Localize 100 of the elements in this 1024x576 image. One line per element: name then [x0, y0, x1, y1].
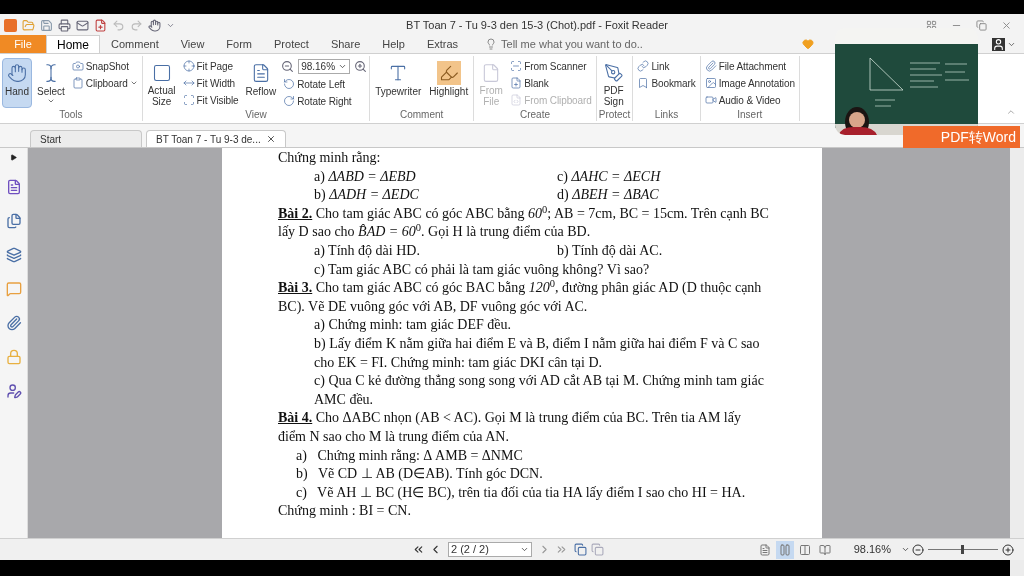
page-layout-icon [778, 543, 791, 556]
print-icon[interactable] [58, 18, 71, 32]
link-icon [637, 60, 650, 72]
hand-icon[interactable] [148, 18, 161, 32]
ribbon-button[interactable]: SnapShot [69, 58, 140, 74]
blank-page-icon [510, 77, 523, 89]
ribbon-button[interactable]: Audio & Video [702, 92, 797, 108]
text-line: AMC đều. [314, 390, 375, 409]
zoom-out-icon[interactable] [912, 543, 924, 556]
zoom-combo[interactable]: 98.16% [298, 59, 351, 74]
paperclip-icon [704, 60, 717, 72]
comment-icon[interactable] [5, 281, 22, 297]
ribbon-button[interactable]: Bookmark [635, 75, 698, 91]
text-line: BC). Vẽ DE vuông góc với AB, DF vuông góc với AC. [278, 297, 589, 316]
ribbon-button[interactable]: File Attachment [702, 58, 797, 74]
ribbon-button[interactable]: Fit Visible [180, 92, 241, 108]
group-label: Tools [59, 109, 83, 121]
text-line: c) Qua C kẻ đường thẳng song song với AD cắt AB tại M. Chứng minh tam giác [314, 372, 765, 391]
app-logo-icon [4, 18, 17, 32]
pages-icon[interactable] [5, 213, 22, 229]
tell-me-field[interactable]: Tell me what you want to do.. [501, 35, 643, 53]
ribbon-button[interactable]: Typewriter [372, 58, 425, 108]
exercise-line: Bài 2. Cho tam giác ABC có góc ABC bằng 60$^{0}$; AB = 7cm, BC = 15cm. Trên cạnh BC [278, 204, 770, 223]
paperclip-icon[interactable] [5, 315, 22, 331]
menu-tab[interactable]: Form [215, 35, 264, 53]
zoom-slider[interactable] [928, 544, 998, 555]
ribbon-button[interactable]: Rotate Right [281, 93, 368, 109]
text-line: a) ΔABD = ΔEBD [314, 167, 417, 186]
exercise-line: Bài 3. Cho tam giác ABC có góc BAC bằng 120$^{0}$, đường phân giác AD (D thuộc cạnh [278, 279, 763, 298]
first-page-icon[interactable] [412, 543, 425, 556]
group-label: Insert [737, 109, 763, 121]
highlighter-icon [436, 61, 461, 85]
restore-icon[interactable] [976, 19, 987, 31]
menu-tab[interactable]: Extras [415, 35, 470, 53]
ribbon-button[interactable]: PDF Sign [598, 58, 629, 108]
text-line: d) ΔBEH = ΔBAC [557, 186, 659, 205]
text-line: Chứng minh rằng: [278, 149, 382, 167]
scan-icon [182, 94, 195, 106]
menu-tab[interactable]: Share [319, 35, 372, 53]
ribbon-button[interactable]: Reflow [242, 58, 280, 108]
caret-icon [520, 545, 529, 554]
text-line: lấy D sao cho B̂AD = 60$^{0}$. Gọi H là trung điểm của BD. [278, 223, 592, 242]
caret-icon[interactable] [1007, 40, 1016, 49]
ribbon-button[interactable]: Image Annotation [702, 75, 797, 91]
view-mode-button[interactable] [775, 540, 794, 559]
ribbon-button[interactable]: From Scanner [508, 58, 594, 74]
text-line: a) Tính độ dài HD. [314, 241, 421, 260]
expand-panel-icon[interactable] [10, 154, 17, 161]
rotate-left-icon [283, 78, 296, 90]
last-page-icon[interactable] [555, 543, 568, 556]
text-line: Chứng minh : BI = CN. [278, 502, 412, 521]
ribbon-button[interactable]: Clipboard [69, 75, 140, 91]
page-field[interactable]: 2 (2 / 2) [448, 542, 532, 557]
video-icon [704, 94, 717, 106]
bookmark-page-icon[interactable] [5, 179, 22, 195]
signature-icon[interactable] [5, 383, 22, 399]
menu-tab[interactable]: Help [371, 35, 416, 53]
ribbon-button[interactable]: Rotate Left [281, 76, 368, 92]
caret-icon [338, 62, 348, 71]
text-line: b) Vẽ CD ⊥ AB (D∈AB). Tính góc DCN. [296, 465, 544, 484]
page-layout-icon [818, 543, 831, 556]
text-line: b) Tính độ dài AC. [557, 241, 663, 260]
zoom-in-icon[interactable] [1002, 543, 1014, 556]
save-icon[interactable] [40, 18, 53, 32]
menu-tab[interactable]: Home [46, 35, 100, 53]
ribbon-button[interactable]: Highlight [426, 58, 472, 108]
open-folder-icon[interactable] [22, 18, 35, 32]
ribbon-button[interactable]: Actual Size [144, 58, 179, 108]
new-file-icon[interactable] [94, 18, 107, 32]
page-layout-icon [798, 543, 811, 556]
group-label: Create [519, 109, 550, 121]
exercise-line: Bài 4. Cho ΔABC nhọn (AB < AC). Gọi M là trung điểm của BC. Trên tia AM lấy [278, 409, 742, 428]
ribbon-button[interactable]: Select [34, 58, 68, 108]
caret-icon[interactable] [901, 545, 910, 554]
text-line: b) ΔADH = ΔEDC [314, 186, 420, 205]
ribbon-button[interactable]: Blank [508, 75, 594, 91]
layers-icon[interactable] [5, 247, 22, 263]
user-icon[interactable] [992, 38, 1005, 51]
ribbon-button[interactable]: Fit Page [180, 58, 241, 74]
text-line: c) Vẽ AH ⊥ BC (H∈ BC), trên tia đối của tia HA lấy điểm I sao cho HI = HA. [296, 483, 747, 502]
previous-view-icon[interactable] [574, 543, 587, 556]
menu-tab[interactable]: Protect [263, 35, 320, 53]
close-icon[interactable] [266, 134, 276, 144]
document-tab[interactable]: BT Toan 7 - Tu 9-3 de... [146, 130, 286, 147]
zoom-in-icon [354, 60, 368, 73]
text-line: c) Tam giác ABC có phải là tam giác vuông không? Vì sao? [314, 260, 651, 279]
camera-icon [71, 60, 84, 72]
slider-thumb[interactable] [960, 545, 964, 554]
mail-icon[interactable] [76, 18, 89, 32]
next-view-icon[interactable] [591, 543, 604, 556]
ribbon-button[interactable]: Link [635, 58, 698, 74]
document-tab[interactable]: Start [30, 130, 142, 147]
text-line: a) Chứng minh rằng: Δ AMB = ΔNMC [296, 446, 524, 465]
text-line: b) Lấy điểm K nằm giữa hai điểm E và B, điểm I nằm giữa hai điểm F và C sao [314, 334, 761, 353]
menu-tab[interactable]: View [169, 35, 216, 53]
bookmark-icon [637, 77, 650, 89]
ribbon-button[interactable]: Fit Width [180, 75, 241, 91]
caret-icon [46, 97, 55, 105]
ribbon-button[interactable]: Hand [2, 58, 32, 108]
menu-tab[interactable]: Comment [100, 35, 170, 53]
